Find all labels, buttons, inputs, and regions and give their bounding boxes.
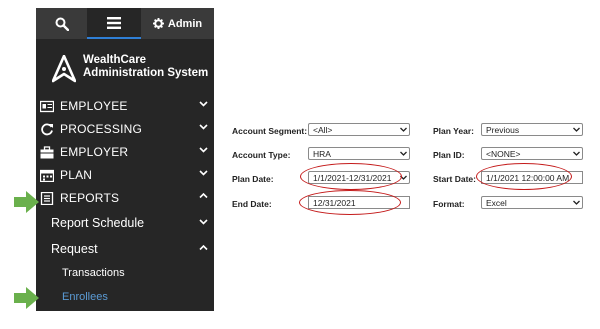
menu-item-report-schedule[interactable]: Report Schedule	[36, 211, 214, 235]
logo-mark-icon	[52, 55, 76, 83]
start-date-value: 1/1/2021 12:00:00 AM	[486, 173, 570, 183]
calendar-icon	[40, 169, 54, 182]
search-icon	[55, 17, 69, 31]
plan-id-label: Plan ID:	[433, 150, 465, 160]
chevron-down-icon	[199, 147, 208, 153]
start-date-input[interactable]: 1/1/2021 12:00:00 AM	[481, 171, 583, 184]
green-pointer-arrow-icon	[14, 191, 39, 213]
id-card-icon	[40, 100, 54, 113]
account-type-select[interactable]: HRA	[308, 147, 410, 160]
plan-id-select[interactable]: <NONE>	[481, 147, 583, 160]
chevron-down-icon	[573, 127, 580, 132]
chevron-down-icon	[400, 175, 407, 180]
top-bar: Admin	[36, 8, 214, 39]
format-value: Excel	[486, 198, 507, 208]
account-segment-value: <All>	[313, 125, 333, 135]
end-date-input[interactable]: 12/31/2021	[308, 196, 410, 209]
menu-item-enrollees[interactable]: Enrollees	[36, 288, 214, 308]
menu-item-request[interactable]: Request	[36, 237, 214, 261]
nav-label-employer: EMPLOYER	[60, 145, 129, 159]
plan-year-label: Plan Year:	[433, 126, 474, 136]
plan-year-value: Previous	[486, 125, 520, 135]
nav-label-reports: REPORTS	[60, 191, 120, 205]
account-type-value: HRA	[313, 149, 331, 159]
end-date-value: 12/31/2021	[313, 198, 356, 208]
plan-date-select[interactable]: 1/1/2021-12/31/2021	[308, 171, 410, 184]
chevron-down-icon	[199, 124, 208, 130]
menu-toggle-button[interactable]	[87, 8, 141, 39]
chevron-up-icon	[199, 244, 208, 251]
logo-line-1: WealthCare	[83, 54, 147, 66]
plan-date-label: Plan Date:	[232, 174, 274, 184]
enrollees-label: Enrollees	[62, 291, 108, 303]
chevron-down-icon	[199, 170, 208, 176]
admin-button[interactable]: Admin	[141, 8, 214, 39]
logo-line-2: Administration System	[83, 67, 209, 79]
nav-item-employer[interactable]: EMPLOYER	[36, 141, 214, 164]
admin-label: Admin	[167, 17, 203, 30]
transactions-label: Transactions	[62, 267, 125, 279]
account-segment-label: Account Segment:	[232, 126, 308, 136]
end-date-label: End Date:	[232, 199, 272, 209]
request-label: Request	[51, 242, 98, 256]
plan-id-value: <NONE>	[486, 149, 521, 159]
report-schedule-label: Report Schedule	[51, 216, 145, 230]
briefcase-icon	[40, 146, 54, 159]
chevron-down-icon	[199, 219, 208, 225]
plan-year-select[interactable]: Previous	[481, 123, 583, 136]
sidebar: Admin WealthCare Administration System E…	[36, 8, 214, 311]
nav-label-processing: PROCESSING	[60, 122, 143, 136]
plan-date-value: 1/1/2021-12/31/2021	[313, 173, 392, 183]
nav-item-plan[interactable]: PLAN	[36, 164, 214, 187]
nav-label-employee: EMPLOYEE	[60, 99, 128, 113]
menu-item-transactions[interactable]: Transactions	[36, 264, 214, 284]
hamburger-menu-icon	[107, 16, 121, 29]
chevron-down-icon	[400, 151, 407, 156]
format-label: Format:	[433, 199, 465, 209]
chevron-down-icon	[199, 101, 208, 107]
gear-icon	[152, 18, 164, 29]
refresh-icon	[41, 123, 53, 136]
nav-item-processing[interactable]: PROCESSING	[36, 118, 214, 141]
search-button[interactable]	[36, 8, 87, 39]
report-document-icon	[40, 192, 54, 205]
chevron-up-icon	[199, 192, 208, 199]
account-segment-select[interactable]: <All>	[308, 123, 410, 136]
wealthcare-logo: WealthCare Administration System	[52, 53, 212, 89]
nav-item-employee[interactable]: EMPLOYEE	[36, 95, 214, 118]
green-pointer-arrow-icon	[14, 287, 39, 309]
chevron-down-icon	[400, 127, 407, 132]
chevron-down-icon	[573, 200, 580, 205]
start-date-label: Start Date:	[433, 174, 476, 184]
nav-label-plan: PLAN	[60, 168, 93, 182]
format-select[interactable]: Excel	[481, 196, 583, 209]
account-type-label: Account Type:	[232, 150, 291, 160]
chevron-down-icon	[573, 151, 580, 156]
nav-item-reports[interactable]: REPORTS	[36, 187, 214, 210]
